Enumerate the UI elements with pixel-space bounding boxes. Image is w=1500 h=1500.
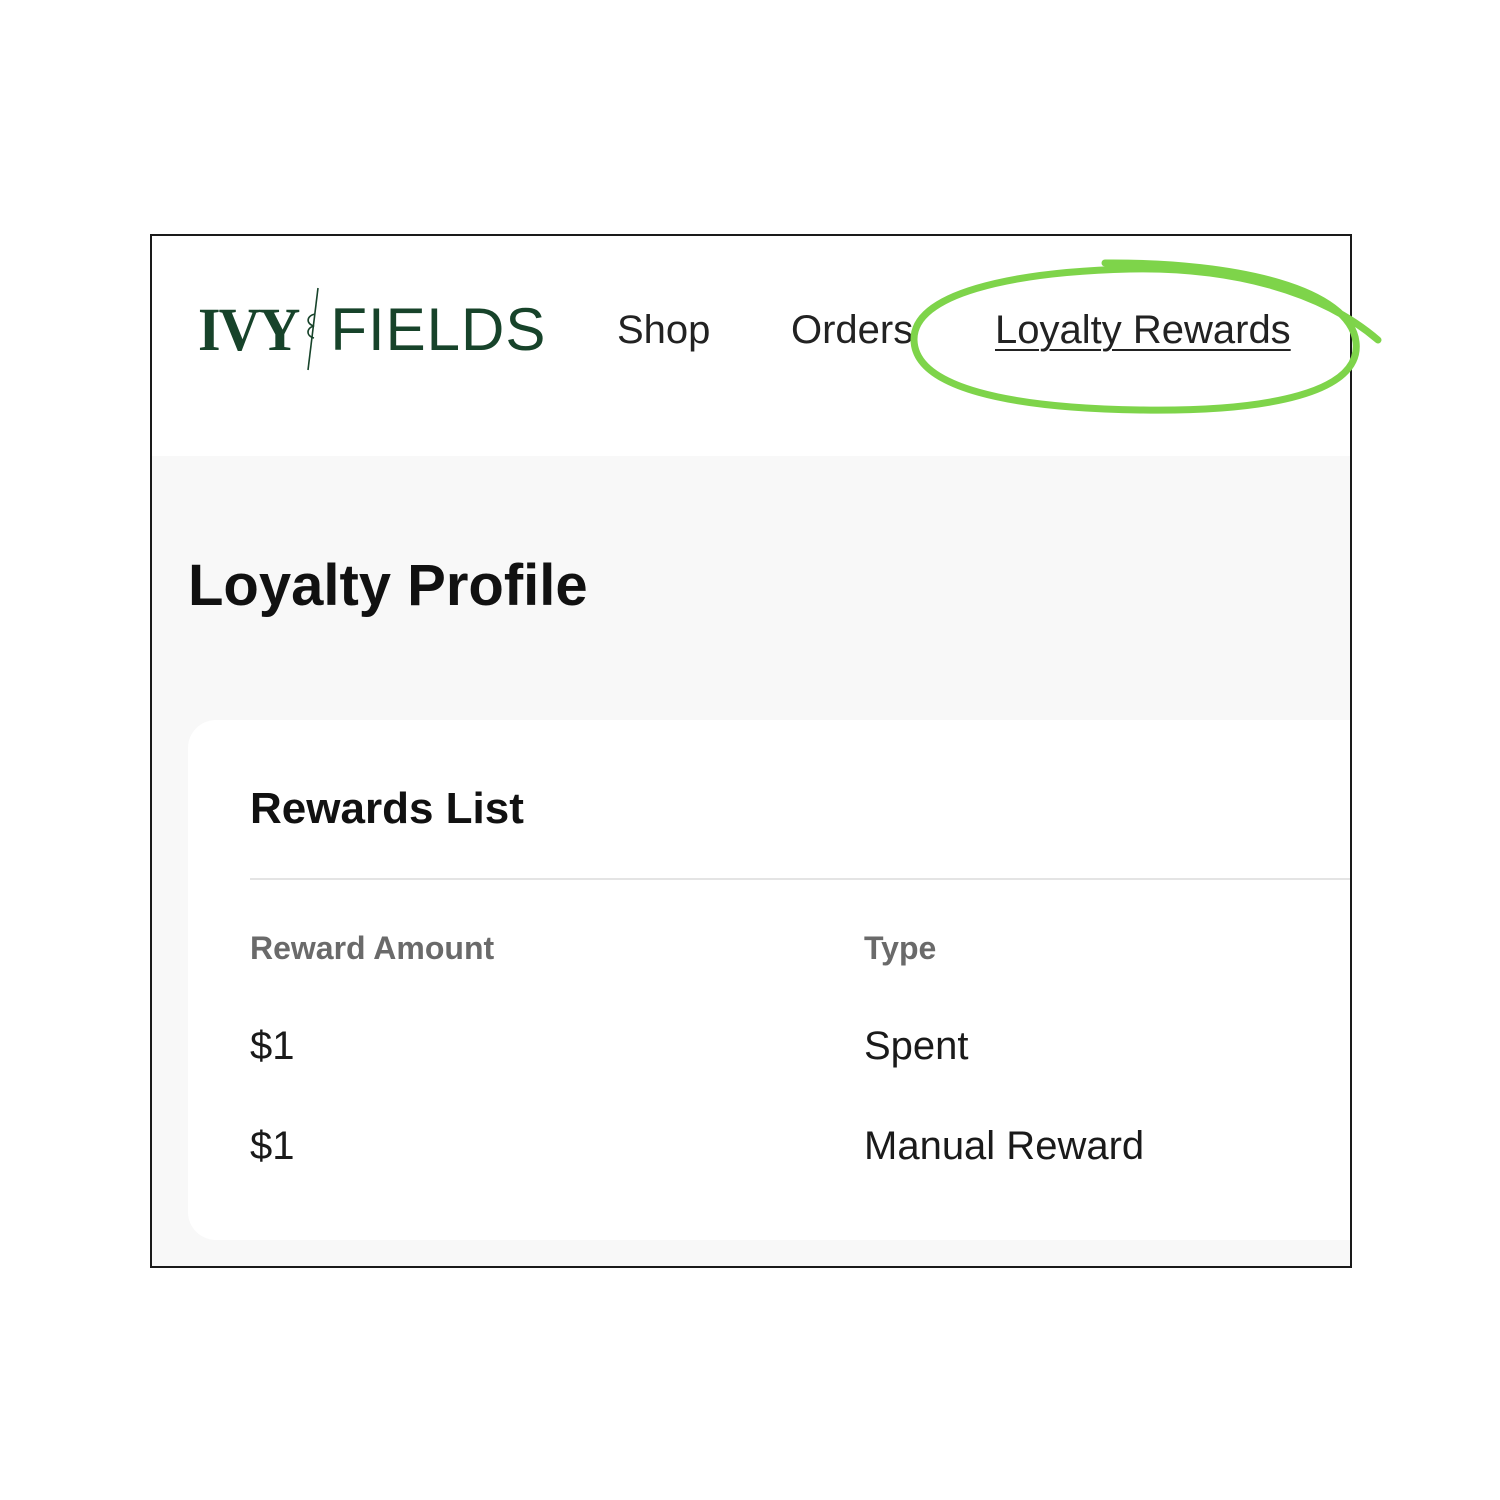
logo-word-fields: FIELDS <box>330 295 547 363</box>
card-divider <box>250 878 1350 880</box>
reward-amount-cell: $1 <box>250 1124 295 1168</box>
reward-type-cell: Spent <box>864 1024 969 1068</box>
main-content: Loyalty Profile Rewards List Reward Amou… <box>152 456 1350 1266</box>
rewards-list-card: Rewards List Reward Amount Type $1 Spent… <box>188 720 1350 1240</box>
reward-amount-cell: $1 <box>250 1024 295 1068</box>
leaf-stem-icon <box>307 287 320 371</box>
nav-loyalty-rewards[interactable]: Loyalty Rewards <box>995 308 1291 353</box>
page-title: Loyalty Profile <box>188 553 588 618</box>
column-header-type: Type <box>864 930 937 966</box>
site-header: IVY FIELDS Shop Orders Loyalty Rewards <box>152 236 1350 456</box>
reward-type-cell: Manual Reward <box>864 1124 1145 1168</box>
nav-orders[interactable]: Orders <box>791 308 913 353</box>
rewards-list-title: Rewards List <box>250 784 524 833</box>
ivy-fields-logo[interactable]: IVY FIELDS <box>198 284 546 374</box>
logo-word-ivy: IVY <box>198 294 300 364</box>
screenshot-frame: IVY FIELDS Shop Orders Loyalty Rewards L… <box>150 234 1352 1268</box>
column-header-reward-amount: Reward Amount <box>250 930 495 966</box>
nav-shop[interactable]: Shop <box>617 308 710 353</box>
